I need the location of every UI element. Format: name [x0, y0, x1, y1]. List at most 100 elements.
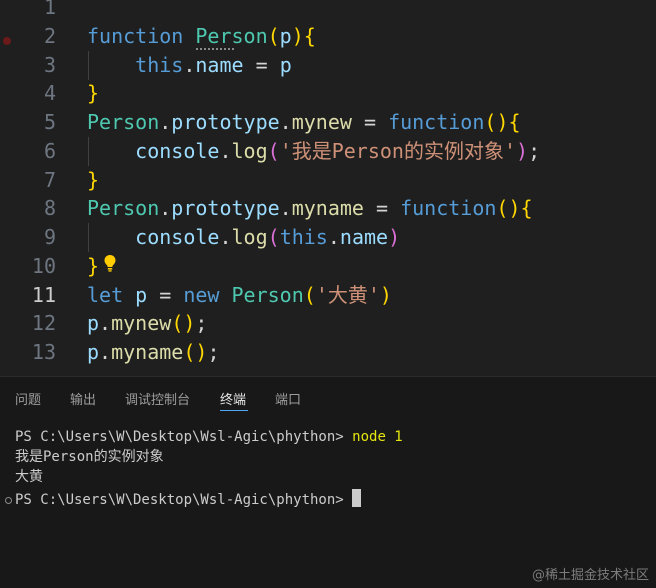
bottom-panel: 问题 输出 调试控制台 终端 端口 PS C:\Users\W\Desktop\Wsl-… [0, 376, 656, 588]
panel-tab-1[interactable]: 输出 [70, 389, 96, 408]
line-number: 4 [43, 81, 56, 106]
line-number: 2 [43, 23, 56, 48]
code-token: . [183, 52, 196, 77]
panel-tab-0[interactable]: 问题 [15, 389, 41, 408]
code-token: name [339, 225, 389, 249]
code-token: = [351, 110, 389, 134]
code-token: { [303, 23, 316, 48]
code-text: } [87, 79, 99, 108]
terminal-line-4[interactable]: PS C:\Users\W\Desktop\Wsl-Agic\phython> [15, 489, 362, 510]
code-line-3[interactable]: 3 this.name = p [0, 50, 656, 80]
code-token: ; [207, 340, 220, 364]
code-token: function [400, 196, 497, 221]
code-token: '我是Person的实例对象' [279, 138, 517, 163]
code-token: myname [111, 340, 184, 364]
code-text: let p = new Person('大黄') [87, 281, 392, 310]
code-token: { [508, 110, 521, 134]
code-token: . [219, 138, 232, 163]
code-token: ( [171, 311, 184, 336]
code-token: ( [484, 110, 497, 134]
code-text: console.log('我是Person的实例对象'); [87, 137, 540, 166]
code-token: . [159, 196, 172, 221]
code-token: log [231, 225, 268, 249]
code-line-6[interactable]: 6 console.log('我是Person的实例对象'); [0, 136, 656, 166]
code-token: ) [195, 340, 208, 364]
code-token: p [87, 340, 100, 364]
panel-tab-3[interactable]: 终端 [220, 389, 246, 408]
code-token: . [327, 225, 340, 249]
code-token: mynew [291, 110, 352, 134]
code-token: . [279, 196, 292, 221]
code-token: log [231, 138, 268, 163]
code-token: Person [231, 282, 304, 307]
code-line-13[interactable]: 13 p.myname(); [0, 338, 656, 367]
code-line-9[interactable]: 9 console.log(this.name) [0, 223, 656, 252]
code-line-1[interactable]: 1 [0, 0, 656, 22]
code-token: let [87, 282, 124, 307]
code-token: p [279, 23, 292, 48]
code-token: ) [388, 225, 401, 249]
code-line-7[interactable]: 7} [0, 166, 656, 195]
code-token: ; [195, 311, 208, 336]
code-token: { [520, 196, 533, 221]
code-token: Person [87, 196, 160, 221]
line-number: 7 [43, 167, 56, 192]
line-number: 6 [43, 138, 56, 163]
line-number: 5 [43, 110, 56, 134]
code-line-8[interactable]: 8 Person.prototype.myname = function(){ [0, 194, 656, 223]
code-token: ) [183, 311, 196, 336]
code-token: p [87, 311, 100, 336]
code-token: ( [267, 23, 280, 48]
code-line-5[interactable]: 5 Person.prototype.mynew = function(){ [0, 108, 656, 137]
line-number: 3 [43, 52, 56, 77]
code-text: console.log(this.name) [87, 223, 400, 252]
code-text: } [87, 252, 99, 281]
terminal-command-decoration[interactable] [5, 497, 12, 504]
code-line-2[interactable]: 2 function Person(p){ [0, 22, 656, 51]
code-token: ) [496, 110, 509, 134]
code-line-12[interactable]: 12 p.mynew(); [0, 309, 656, 338]
code-token: name [195, 52, 244, 77]
code-token: . [159, 110, 172, 134]
line-number: 9 [43, 225, 56, 249]
code-token: . [99, 311, 112, 336]
code-token: } [87, 81, 100, 106]
code-line-11[interactable]: 11 let p = new Person('大黄') [0, 281, 656, 310]
code-token: = [243, 52, 280, 77]
terminal-line-1: PS C:\Users\W\Desktop\Wsl-Agic\phython> … [15, 427, 403, 447]
terminal-prompt: PS C:\Users\W\Desktop\Wsl-Agic\phython> [15, 429, 353, 445]
code-token: ) [291, 23, 304, 48]
code-token: . [99, 340, 112, 364]
panel-tab-4[interactable]: 端口 [275, 389, 301, 408]
code-token: prototype [171, 110, 280, 134]
code-line-10[interactable]: 10} [0, 252, 656, 281]
vscode-window: 1 2 function Person(p){3 this.name = p 4} 5 P… [0, 0, 656, 588]
code-token: this [135, 52, 184, 77]
code-token: ) [516, 138, 529, 163]
code-token: console [135, 138, 220, 163]
line-number: 10 [31, 253, 56, 278]
code-token: myname [291, 196, 364, 221]
code-text: function Person(p){ [87, 22, 316, 51]
code-editor[interactable]: 1 2 function Person(p){3 this.name = p 4} 5 P… [0, 0, 656, 376]
code-token: p [279, 52, 292, 77]
code-token: . [279, 110, 292, 134]
code-line-4[interactable]: 4} [0, 79, 656, 108]
code-token: = [147, 282, 184, 307]
code-token: mynew [111, 311, 172, 336]
terminal-cursor [352, 489, 362, 507]
code-text: } [87, 166, 99, 195]
code-text: Person.prototype.myname = function(){ [87, 194, 533, 223]
code-token: prototype [171, 196, 280, 221]
code-token: function [87, 23, 184, 48]
code-token: } [87, 167, 100, 192]
terminal-prompt-2: PS C:\Users\W\Desktop\Wsl-Agic\phython> [15, 492, 353, 508]
code-token: ( [303, 282, 316, 307]
code-token: '大黄' [315, 282, 380, 307]
panel-tab-2[interactable]: 调试控制台 [125, 389, 190, 408]
code-token: function [388, 110, 485, 134]
